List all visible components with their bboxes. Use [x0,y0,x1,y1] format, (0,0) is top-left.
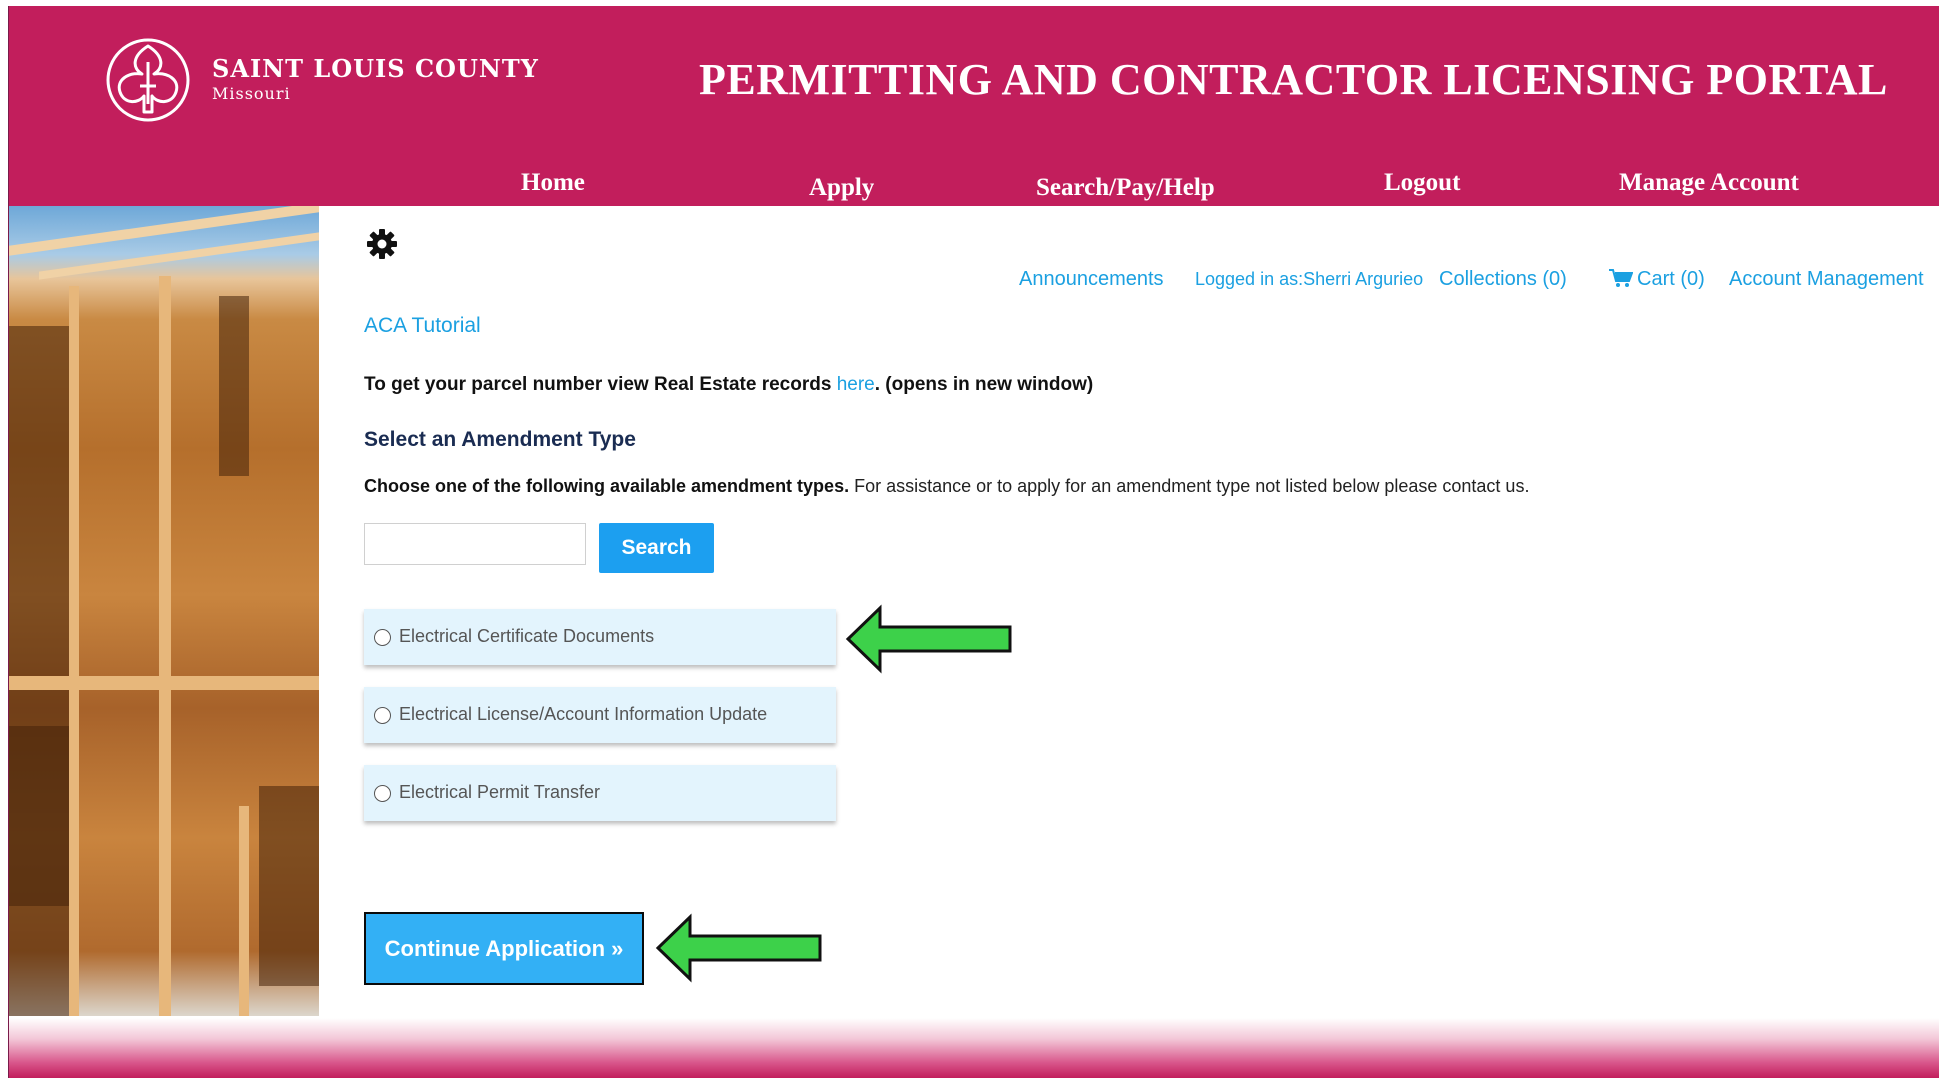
brand-name: SAINT LOUIS COUNTY [212,54,539,83]
option-label: Electrical Permit Transfer [399,782,601,802]
search-button[interactable]: Search [599,523,714,573]
construction-photo [9,206,319,1016]
radio-button[interactable] [374,785,391,802]
main-nav: Home Apply Search/Pay/Help Logout Manage… [9,164,1939,204]
gear-icon[interactable] [366,228,398,260]
footer-band [9,1018,1939,1078]
continue-application-button[interactable]: Continue Application » [364,912,644,985]
parcel-text-suffix: . (opens in new window) [874,374,1094,395]
parcel-instructions: To get your parcel number view Real Esta… [364,374,1093,396]
portal-title: PERMITTING AND CONTRACTOR LICENSING PORT… [699,55,1888,104]
cart-label: Cart (0) [1637,268,1705,290]
browser-frame: SAINT LOUIS COUNTY Missouri PERMITTING A… [8,6,1939,1078]
green-annotation-arrow-icon [655,913,822,983]
content-card: Announcements Logged in as:Sherri Arguri… [319,206,1939,1018]
site-header: SAINT LOUIS COUNTY Missouri PERMITTING A… [9,6,1939,206]
nav-manage-account[interactable]: Manage Account [1619,169,1799,197]
instructions-rest: For assistance or to apply for an amendm… [849,476,1530,496]
option-label: Electrical Certificate Documents [399,626,655,646]
instructions-bold: Choose one of the following available am… [364,476,850,496]
option-label: Electrical License/Account Information U… [399,704,768,724]
amendment-option-electrical-certificate-documents[interactable]: Electrical Certificate Documents [364,609,836,665]
account-management-link[interactable]: Account Management [1729,268,1924,291]
brand-state: Missouri [212,84,291,103]
amendment-search-input[interactable] [364,523,586,565]
nav-logout[interactable]: Logout [1384,169,1460,197]
county-seal-logo [106,38,190,122]
aca-tutorial-link[interactable]: ACA Tutorial [364,314,481,338]
green-annotation-arrow-icon [845,604,1012,674]
nav-search-pay-help[interactable]: Search/Pay/Help [1036,174,1215,202]
amendment-option-electrical-license-account-update[interactable]: Electrical License/Account Information U… [364,687,836,743]
nav-apply[interactable]: Apply [809,174,874,202]
cart-link[interactable]: Cart (0) [1609,268,1705,291]
logged-in-user[interactable]: Logged in as:Sherri Argurieo [1195,269,1423,290]
amendment-instructions: Choose one of the following available am… [364,476,1529,497]
utility-links: Announcements Logged in as:Sherri Arguri… [319,268,1939,294]
section-title: Select an Amendment Type [364,428,636,451]
radio-button[interactable] [374,707,391,724]
announcements-link[interactable]: Announcements [1019,268,1164,291]
amendment-option-electrical-permit-transfer[interactable]: Electrical Permit Transfer [364,765,836,821]
nav-home[interactable]: Home [521,169,585,197]
parcel-text-prefix: To get your parcel number view Real Esta… [364,374,837,395]
radio-button[interactable] [374,629,391,646]
cart-icon [1609,269,1633,287]
collections-link[interactable]: Collections (0) [1439,268,1567,291]
real-estate-records-link[interactable]: here [837,374,875,395]
